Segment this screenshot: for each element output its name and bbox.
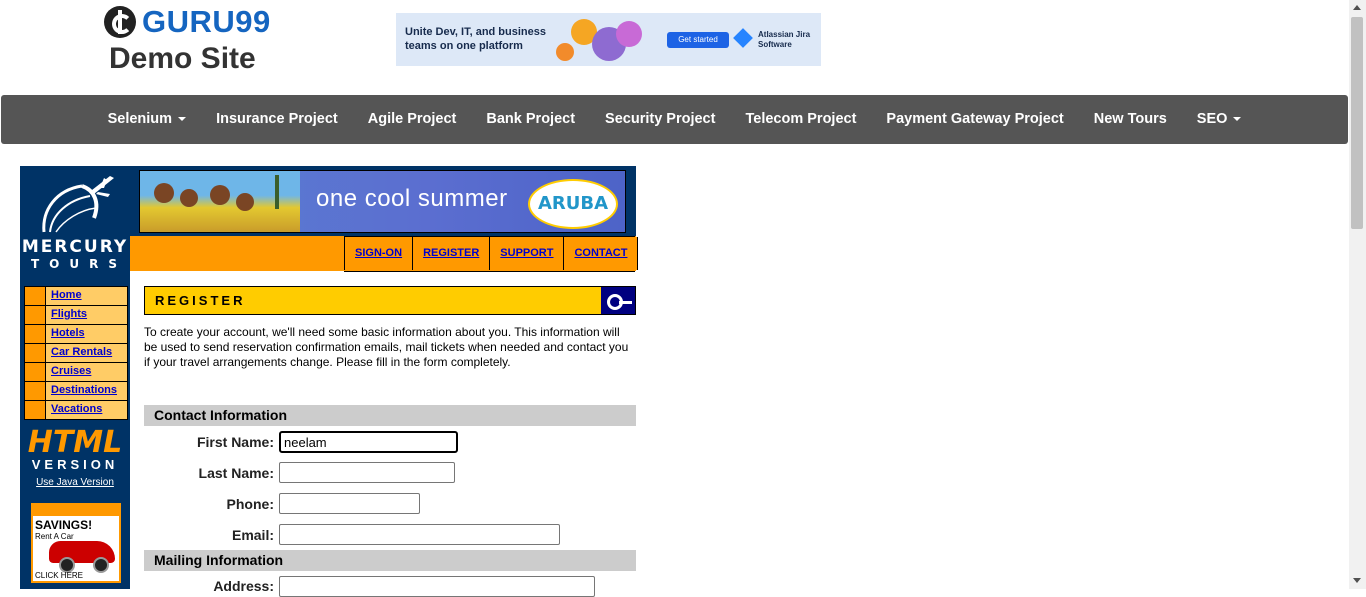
caret-down-icon [178, 117, 187, 122]
side-menu-item-hotels[interactable]: Hotels [25, 325, 127, 344]
savings-ad[interactable]: SAVINGS! Rent A Car CLICK HERE [31, 503, 121, 583]
nav-new-tours[interactable]: New Tours [1079, 95, 1182, 144]
nav-selenium[interactable]: Selenium [93, 95, 201, 144]
side-menu-item-home[interactable]: Home [25, 287, 127, 306]
side-menu-item-vacations[interactable]: Vacations [25, 401, 127, 419]
side-menu-item-flights[interactable]: Flights [25, 306, 127, 325]
ad-avatar-icon [556, 43, 574, 61]
scroll-thumb[interactable] [1351, 17, 1363, 229]
contact-information-header: Contact Information [144, 405, 636, 426]
phone-label: Phone: [226, 496, 274, 512]
banner-text: one cool summer [316, 185, 508, 212]
side-menu-item-cruises[interactable]: Cruises [25, 363, 127, 382]
palm-tree-icon [275, 175, 279, 209]
first-name-input[interactable] [279, 431, 458, 453]
key-shaft [619, 301, 632, 304]
bullet [25, 325, 46, 343]
last-name-input[interactable] [279, 462, 455, 483]
register-intro-text: To create your account, we'll need some … [144, 325, 629, 369]
phone-input[interactable] [279, 493, 420, 514]
bullet [25, 287, 46, 305]
caret-down-icon [1233, 117, 1242, 122]
aruba-banner-ad[interactable]: one cool summer ARUBA [139, 170, 626, 233]
wheel-icon [93, 557, 109, 573]
address-input[interactable] [279, 576, 595, 597]
mercury-plane-logo-icon [42, 176, 114, 233]
nav-agile-project[interactable]: Agile Project [353, 95, 472, 144]
side-link[interactable]: Car Rentals [51, 346, 112, 358]
nav-seo[interactable]: SEO [1182, 95, 1257, 144]
logo-line1: MERCURY [21, 237, 129, 257]
main-navbar: Selenium Insurance Project Agile Project… [1, 95, 1348, 144]
nav-security-project[interactable]: Security Project [590, 95, 730, 144]
nav-bank-project[interactable]: Bank Project [471, 95, 590, 144]
html-version-badge: HTML VERSION Use Java Version [20, 425, 130, 489]
scroll-down-arrow-icon[interactable] [1353, 578, 1361, 583]
person-icon [154, 183, 174, 203]
savings-title: SAVINGS! [35, 518, 93, 532]
top-links-frame [344, 236, 635, 272]
bullet [25, 344, 46, 362]
logo-name: GURU99 [142, 4, 271, 39]
person-icon [236, 193, 254, 211]
banner-photo [140, 171, 300, 232]
side-link[interactable]: Cruises [51, 365, 91, 377]
first-name-label: First Name: [196, 434, 274, 450]
last-name-label: Last Name: [198, 465, 274, 481]
mercury-sidebar: MERCURY TOURS Home Flights Hotels Car Re… [20, 166, 130, 589]
side-link[interactable]: Hotels [51, 327, 85, 339]
nav-label: SEO [1196, 111, 1228, 127]
ad-text: Unite Dev, IT, and business teams on one… [405, 26, 546, 52]
ad-get-started-button[interactable]: Get started [667, 32, 729, 48]
side-menu-item-car-rentals[interactable]: Car Rentals [25, 344, 127, 363]
nav-payment-gateway-project[interactable]: Payment Gateway Project [871, 95, 1078, 144]
nav-label: Selenium [107, 111, 173, 127]
savings-sub: Rent A Car [35, 532, 74, 541]
vertical-scrollbar[interactable] [1349, 0, 1366, 589]
aruba-logo: ARUBA [528, 179, 618, 229]
register-header: REGISTER [144, 286, 636, 315]
advertisement-banner[interactable]: Unite Dev, IT, and business teams on one… [396, 13, 821, 66]
key-icon-box [601, 287, 635, 314]
email-input[interactable] [279, 524, 560, 545]
version-word: VERSION [31, 457, 119, 472]
bullet [25, 401, 46, 419]
ad-brand: Atlassian Jira Software [758, 30, 811, 49]
guru99-logo-icon [104, 6, 136, 38]
address-label: Address: [213, 578, 274, 594]
side-link[interactable]: Home [51, 289, 82, 301]
side-link[interactable]: Vacations [51, 403, 102, 415]
mailing-information-header: Mailing Information [144, 550, 636, 571]
html-word: HTML [27, 425, 123, 460]
savings-click-here: CLICK HERE [35, 571, 84, 580]
side-link[interactable]: Flights [51, 308, 87, 320]
jira-icon [733, 28, 753, 48]
logo-line2: TOURS [30, 257, 127, 271]
person-icon [210, 185, 230, 205]
logo-subtitle: Demo Site [109, 42, 256, 75]
savings-top-strip [33, 505, 119, 516]
scroll-up-arrow-icon[interactable] [1353, 5, 1361, 10]
side-menu: Home Flights Hotels Car Rentals Cruises … [24, 286, 128, 420]
person-icon [180, 189, 198, 207]
bullet [25, 306, 46, 324]
bullet [25, 382, 46, 400]
register-title: REGISTER [155, 293, 246, 308]
use-java-version-link[interactable]: Use Java Version [20, 477, 130, 488]
mercury-tours-logo[interactable]: MERCURY TOURS [20, 237, 130, 272]
bullet [25, 363, 46, 381]
nav-telecom-project[interactable]: Telecom Project [730, 95, 871, 144]
nav-insurance-project[interactable]: Insurance Project [201, 95, 353, 144]
guru99-logo[interactable]: GURU99 Demo Site [104, 4, 271, 76]
side-menu-item-destinations[interactable]: Destinations [25, 382, 127, 401]
side-link[interactable]: Destinations [51, 384, 117, 396]
email-label: Email: [231, 527, 274, 543]
ad-avatar-icon [616, 21, 642, 47]
